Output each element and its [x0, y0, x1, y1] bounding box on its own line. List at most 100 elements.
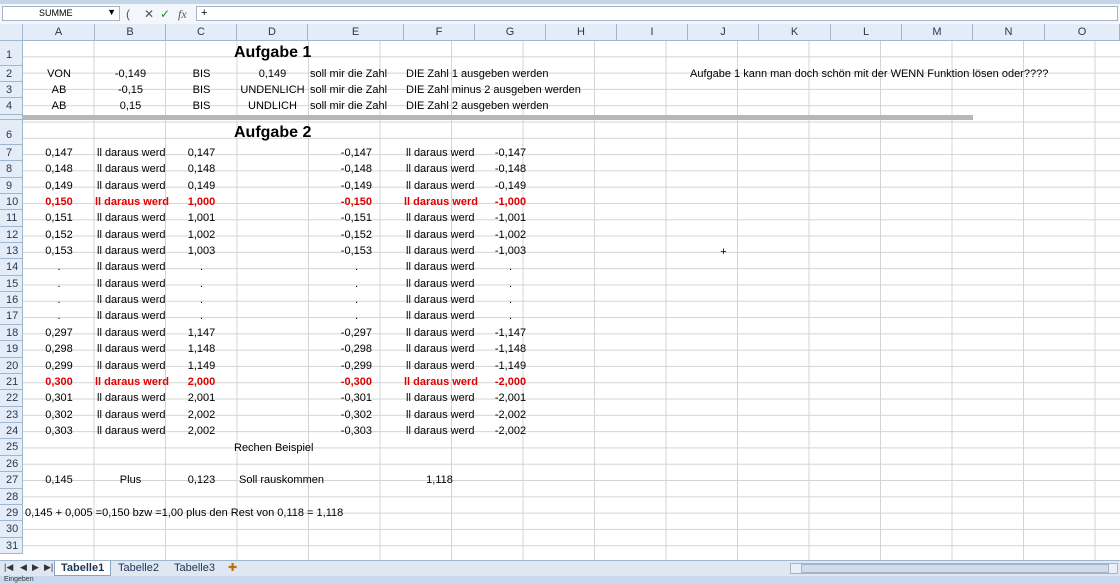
- cell-g22[interactable]: -2,001: [475, 390, 546, 406]
- cell-a16[interactable]: .: [23, 292, 95, 308]
- cell-e7[interactable]: -0,147: [308, 145, 372, 161]
- cell-e23[interactable]: -0,302: [308, 407, 372, 423]
- next-sheet-icon[interactable]: ▶: [32, 562, 39, 573]
- cell-e22[interactable]: -0,301: [308, 390, 372, 406]
- cell-d2[interactable]: 0,149: [237, 66, 308, 82]
- row-header-11[interactable]: 11: [0, 210, 23, 227]
- cell-f22[interactable]: ll daraus werd: [404, 390, 474, 406]
- cell-c23[interactable]: 2,002: [166, 407, 237, 423]
- cell-c2[interactable]: BIS: [166, 66, 237, 82]
- row-header-14[interactable]: 14: [0, 259, 23, 276]
- cell-a11[interactable]: 0,151: [23, 210, 95, 226]
- cell-b21[interactable]: ll daraus werd: [93, 374, 169, 390]
- cell-c27[interactable]: 0,123: [166, 472, 237, 488]
- row-header-13[interactable]: 13: [0, 243, 23, 259]
- row-header-25[interactable]: 25: [0, 439, 23, 456]
- cell-a4[interactable]: AB: [23, 98, 95, 114]
- cell-a23[interactable]: 0,302: [23, 407, 95, 423]
- cell-c20[interactable]: 1,149: [166, 358, 237, 374]
- cell-f19[interactable]: ll daraus werd: [404, 341, 474, 357]
- cell-b16[interactable]: ll daraus werd: [95, 292, 165, 308]
- first-sheet-icon[interactable]: |◀: [4, 562, 13, 573]
- cell-a17[interactable]: .: [23, 308, 95, 324]
- cell-e14[interactable]: .: [308, 259, 358, 275]
- cell-e15[interactable]: .: [308, 276, 358, 292]
- cell-f13[interactable]: ll daraus werd: [404, 243, 474, 259]
- cell-e24[interactable]: -0,303: [308, 423, 372, 439]
- row-header-17[interactable]: 17: [0, 308, 23, 325]
- scrollbar-thumb[interactable]: [801, 564, 1109, 573]
- cell-b18[interactable]: ll daraus werd: [95, 325, 165, 341]
- row-header-28[interactable]: 28: [0, 489, 23, 505]
- row-header-19[interactable]: 19: [0, 341, 23, 358]
- cell-b24[interactable]: ll daraus werd: [95, 423, 165, 439]
- cell-e9[interactable]: -0,149: [308, 178, 372, 194]
- cell-f7[interactable]: ll daraus werd: [404, 145, 474, 161]
- cell-b22[interactable]: ll daraus werd: [95, 390, 165, 406]
- name-box[interactable]: SUMME ▼: [2, 6, 120, 21]
- cell-f20[interactable]: ll daraus werd: [404, 358, 474, 374]
- cell-b8[interactable]: ll daraus werd: [95, 161, 165, 177]
- column-header-d[interactable]: D: [237, 24, 308, 41]
- column-header-c[interactable]: C: [166, 24, 237, 41]
- cell-e3[interactable]: soll mir die Zahl: [308, 82, 387, 98]
- cell-c12[interactable]: 1,002: [166, 227, 237, 243]
- cell-b12[interactable]: ll daraus werd: [95, 227, 165, 243]
- row-header-15[interactable]: 15: [0, 276, 23, 292]
- cell-b10[interactable]: ll daraus werd: [93, 194, 169, 210]
- cell-e11[interactable]: -0,151: [308, 210, 372, 226]
- cell-f17[interactable]: ll daraus werd: [404, 308, 474, 324]
- cell-f18[interactable]: ll daraus werd: [404, 325, 474, 341]
- cell-d6-title[interactable]: Aufgabe 2: [234, 125, 311, 141]
- cell-e16[interactable]: .: [308, 292, 358, 308]
- column-header-m[interactable]: M: [902, 24, 973, 41]
- cell-a12[interactable]: 0,152: [23, 227, 95, 243]
- cell-g17[interactable]: .: [475, 308, 546, 324]
- cell-e18[interactable]: -0,297: [308, 325, 372, 341]
- row-header-9[interactable]: 9: [0, 178, 23, 194]
- cell-f2[interactable]: DIE Zahl 1 ausgeben werden: [404, 66, 548, 82]
- row-header-27[interactable]: 27: [0, 472, 23, 489]
- column-header-l[interactable]: L: [831, 24, 902, 41]
- column-header-o[interactable]: O: [1045, 24, 1120, 41]
- cell-g7[interactable]: -0,147: [475, 145, 546, 161]
- cell-b13[interactable]: ll daraus werd: [95, 243, 165, 259]
- cell-f9[interactable]: ll daraus werd: [404, 178, 474, 194]
- cell-c4[interactable]: BIS: [166, 98, 237, 114]
- cell-b7[interactable]: ll daraus werd: [95, 145, 165, 161]
- cell-g11[interactable]: -1,001: [475, 210, 546, 226]
- cell-e8[interactable]: -0,148: [308, 161, 372, 177]
- cell-b11[interactable]: ll daraus werd: [95, 210, 165, 226]
- cell-g8[interactable]: -0,148: [475, 161, 546, 177]
- prev-sheet-icon[interactable]: ◀: [20, 562, 27, 573]
- cell-c14[interactable]: .: [166, 259, 237, 275]
- cell-b20[interactable]: ll daraus werd: [95, 358, 165, 374]
- cell-g19[interactable]: -1,148: [475, 341, 546, 357]
- dropdown-icon[interactable]: (: [126, 7, 130, 21]
- cell-c11[interactable]: 1,001: [166, 210, 237, 226]
- cell-b17[interactable]: ll daraus werd: [95, 308, 165, 324]
- row-header-10[interactable]: 10: [0, 194, 23, 210]
- cell-e20[interactable]: -0,299: [308, 358, 372, 374]
- row-header-12[interactable]: 12: [0, 227, 23, 243]
- cell-f27[interactable]: 1,118: [404, 472, 475, 488]
- formula-input[interactable]: +: [196, 6, 1118, 21]
- cell-a20[interactable]: 0,299: [23, 358, 95, 374]
- row-header-24[interactable]: 24: [0, 423, 23, 439]
- cell-d4[interactable]: UNDLICH: [237, 98, 308, 114]
- cell-a9[interactable]: 0,149: [23, 178, 95, 194]
- cell-g15[interactable]: .: [475, 276, 546, 292]
- cell-c13[interactable]: 1,003: [166, 243, 237, 259]
- row-header-8[interactable]: 8: [0, 161, 23, 178]
- cell-f23[interactable]: ll daraus werd: [404, 407, 474, 423]
- row-header-4[interactable]: 4: [0, 98, 23, 115]
- cell-e17[interactable]: .: [308, 308, 358, 324]
- cell-b4[interactable]: 0,15: [95, 98, 166, 114]
- cell-g14[interactable]: .: [475, 259, 546, 275]
- cell-f24[interactable]: ll daraus werd: [404, 423, 474, 439]
- cell-g23[interactable]: -2,002: [475, 407, 546, 423]
- row-header-7[interactable]: 7: [0, 145, 23, 161]
- cell-g10[interactable]: -1,000: [475, 194, 546, 210]
- cell-f8[interactable]: ll daraus werd: [404, 161, 474, 177]
- cell-g13[interactable]: -1,003: [475, 243, 546, 259]
